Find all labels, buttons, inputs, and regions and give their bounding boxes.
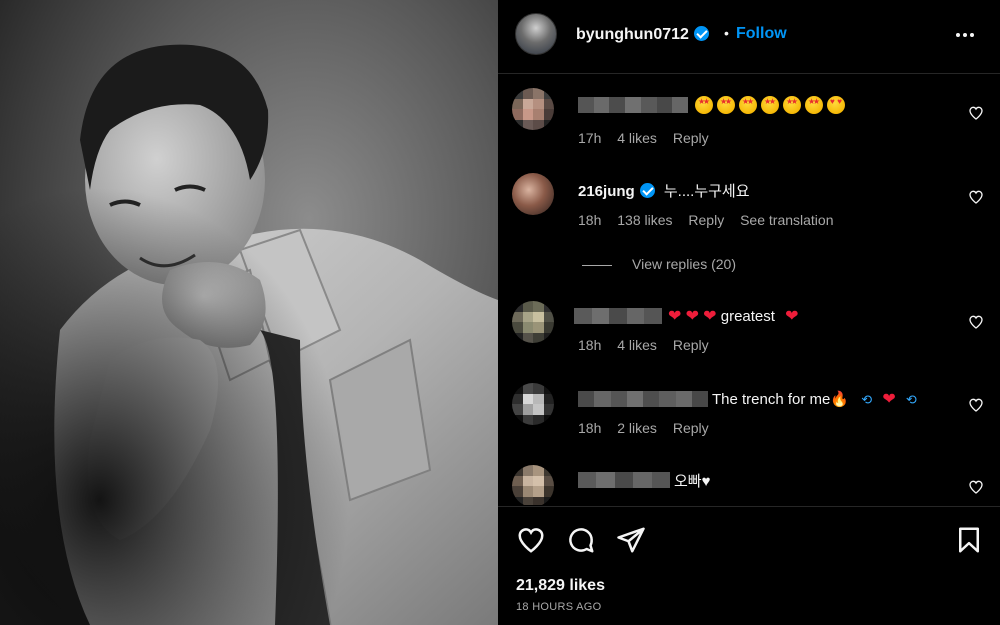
comment-body: ❤ ❤ ❤ greatest ❤	[668, 306, 799, 326]
post-header: byunghun0712 • Follow	[498, 0, 1000, 74]
header-username-wrap[interactable]: byunghun0712	[576, 26, 709, 44]
more-icon[interactable]	[954, 25, 976, 45]
comment-meta: 18h 138 likes Reply See translation	[578, 212, 846, 228]
comment-likes[interactable]: 4 likes	[617, 337, 657, 353]
blurred-username	[574, 308, 662, 324]
comment-body: 216jung 누....누구세요	[578, 180, 750, 201]
red-heart-emoji: ❤	[785, 308, 799, 325]
post-actions: 21,829 likes 18 HOURS AGO	[498, 506, 1000, 625]
cycle-emoji: ⟲	[905, 392, 917, 407]
comment-age: 18h	[578, 337, 602, 353]
comment-meta: 17h 4 likes Reply	[578, 130, 721, 146]
profile-avatar[interactable]	[515, 13, 557, 55]
bookmark-icon[interactable]	[954, 525, 984, 555]
commenter-avatar-blurred[interactable]	[512, 88, 554, 130]
commenter-avatar-blurred[interactable]	[512, 465, 554, 505]
share-icon[interactable]	[616, 525, 646, 555]
portrait-image	[0, 0, 498, 625]
comment-text: 누....누구세요	[663, 183, 750, 200]
red-heart-emoji: ❤	[668, 308, 682, 325]
post-time: 18 HOURS AGO	[516, 601, 602, 613]
post-panel: byunghun0712 • Follow ★ ★ ★ ★ ★ ★ ★ ★ ★ …	[498, 0, 1000, 625]
heart-icon[interactable]	[968, 479, 984, 495]
comment-likes[interactable]: 138 likes	[617, 212, 672, 228]
comment-text: The trench for me	[712, 391, 831, 408]
comment-likes[interactable]: 4 likes	[617, 130, 657, 146]
comment-age: 17h	[578, 130, 602, 146]
reply-button[interactable]: Reply	[673, 420, 709, 436]
post-photo[interactable]	[0, 0, 498, 625]
comment-body: The trench for me🔥 ⟲ ❤ ⟲	[712, 389, 917, 409]
commenter-username[interactable]: 216jung	[578, 183, 635, 200]
red-heart-emoji: ❤	[685, 308, 699, 325]
view-replies-button[interactable]: View replies (20)	[582, 256, 736, 272]
header-username[interactable]: byunghun0712	[576, 26, 689, 43]
see-translation-button[interactable]: See translation	[740, 212, 833, 228]
comment-emojis	[695, 96, 845, 115]
view-replies-label[interactable]: View replies (20)	[632, 256, 736, 272]
heart-icon[interactable]	[968, 189, 984, 205]
commenter-avatar-blurred[interactable]	[512, 301, 554, 343]
follow-button[interactable]: Follow	[736, 25, 787, 43]
star-struck-emojis	[695, 96, 845, 115]
reply-button[interactable]: Reply	[673, 337, 709, 353]
comment-likes[interactable]: 2 likes	[617, 420, 657, 436]
heart-icon[interactable]	[968, 314, 984, 330]
cycle-emoji: ⟲	[861, 392, 873, 407]
reply-button[interactable]: Reply	[673, 130, 709, 146]
separator-dot: •	[724, 25, 729, 41]
comment-body: 오빠♥	[674, 470, 711, 491]
comment-age: 18h	[578, 420, 602, 436]
commenter-avatar-blurred[interactable]	[512, 383, 554, 425]
fire-emoji: 🔥	[830, 391, 850, 408]
red-heart-emoji: ❤	[703, 308, 717, 325]
replies-line	[582, 264, 612, 266]
comment-meta: 18h 4 likes Reply	[578, 337, 721, 353]
heart-icon[interactable]	[968, 105, 984, 121]
blurred-username	[578, 97, 689, 113]
comments-list[interactable]: 17h 4 likes Reply 216jung 누....누구세요 18h …	[498, 75, 1000, 505]
red-heart-emoji: ❤	[882, 391, 896, 408]
comment-age: 18h	[578, 212, 602, 228]
comment-text: 오빠♥	[674, 473, 711, 490]
verified-icon	[639, 183, 655, 198]
heart-icon[interactable]	[516, 525, 546, 555]
comment-text: greatest	[720, 308, 775, 325]
comment-icon[interactable]	[566, 525, 596, 555]
blurred-username	[578, 472, 671, 488]
reply-button[interactable]: Reply	[688, 212, 724, 228]
likes-count[interactable]: 21,829 likes	[516, 577, 605, 595]
commenter-avatar[interactable]	[512, 173, 554, 215]
comment-meta: 18h 2 likes Reply	[578, 420, 721, 436]
heart-icon[interactable]	[968, 397, 984, 413]
verified-icon	[693, 26, 709, 41]
blurred-username	[578, 391, 708, 407]
